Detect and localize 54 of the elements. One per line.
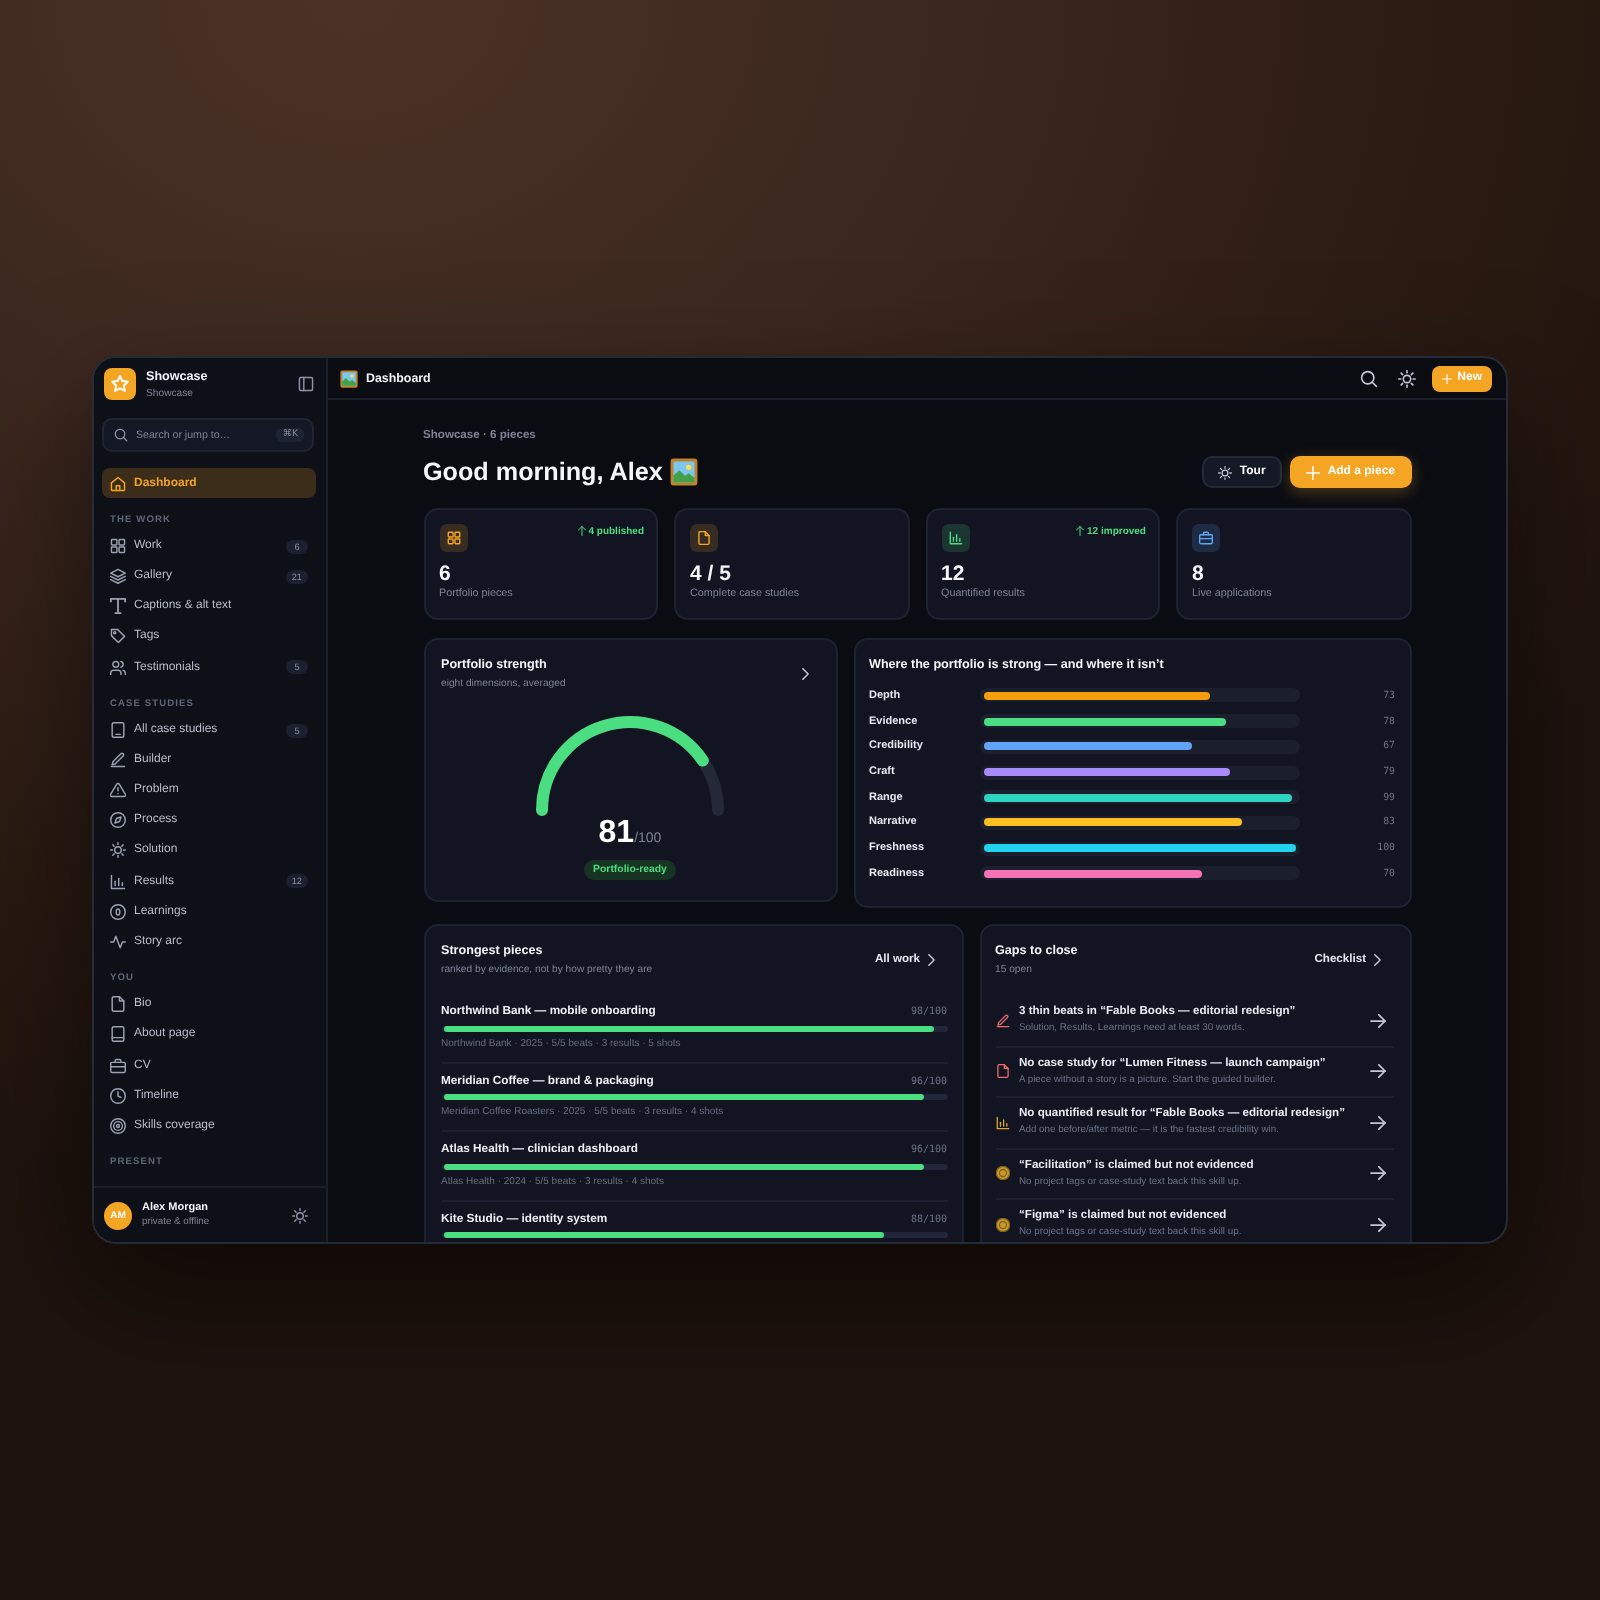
document-icon xyxy=(690,524,718,552)
bar-chart-icon xyxy=(995,1115,1009,1130)
sidebar-toggle-icon[interactable] xyxy=(298,376,314,392)
search-icon xyxy=(114,428,128,442)
layers-icon xyxy=(110,568,126,585)
bar-chart-icon xyxy=(941,524,969,552)
framed-picture-icon xyxy=(340,369,358,387)
greeting: Good morning, Alex xyxy=(423,456,663,488)
circle-icon xyxy=(110,903,126,920)
tablet-icon xyxy=(110,722,126,739)
stat-value: 8 xyxy=(1192,562,1206,586)
clock-icon xyxy=(110,1087,126,1104)
people-icon xyxy=(110,659,126,676)
arrow-right-icon[interactable] xyxy=(1369,1217,1385,1232)
arrow-right-icon[interactable] xyxy=(1369,1166,1385,1181)
arrow-up-icon xyxy=(577,526,586,536)
chevron-right-icon xyxy=(1374,953,1381,966)
grid-icon xyxy=(110,538,126,555)
stat-value: 6 xyxy=(439,562,453,586)
sun-icon xyxy=(1217,465,1232,479)
sun-icon xyxy=(110,842,126,859)
sun-icon[interactable] xyxy=(1398,369,1417,387)
arrow-up-icon xyxy=(1076,526,1085,536)
stat-value: 12 xyxy=(941,562,967,586)
text-icon xyxy=(110,598,126,615)
plus-icon xyxy=(1441,373,1452,383)
briefcase-icon xyxy=(1192,524,1220,552)
page-icon xyxy=(110,1026,126,1043)
search-icon[interactable] xyxy=(1360,369,1379,387)
briefcase-icon xyxy=(110,1057,126,1074)
document-icon xyxy=(995,1064,1009,1079)
grid-icon xyxy=(439,524,467,552)
plus-icon xyxy=(1305,465,1320,479)
pen-icon xyxy=(995,1013,1009,1028)
stat-value: 4 / 5 xyxy=(690,562,733,586)
coin-icon xyxy=(995,1166,1009,1181)
arrow-right-icon[interactable] xyxy=(1369,1013,1385,1028)
sun-icon[interactable] xyxy=(292,1207,308,1223)
chevron-right-icon[interactable] xyxy=(802,667,809,680)
document-icon xyxy=(110,996,126,1013)
warning-icon xyxy=(110,782,126,799)
pulse-icon xyxy=(110,933,126,950)
arrow-right-icon[interactable] xyxy=(1369,1064,1385,1079)
target-icon xyxy=(110,1117,126,1134)
compass-icon xyxy=(110,812,126,829)
bar-chart-icon xyxy=(110,873,126,890)
pen-icon xyxy=(110,752,126,769)
chevron-right-icon xyxy=(928,953,935,966)
star-logo-icon xyxy=(104,368,136,400)
tag-icon xyxy=(110,628,126,645)
framed-picture-icon xyxy=(670,458,699,486)
home-icon xyxy=(110,475,126,492)
arrow-right-icon[interactable] xyxy=(1369,1115,1385,1130)
coin-icon xyxy=(995,1217,1009,1232)
